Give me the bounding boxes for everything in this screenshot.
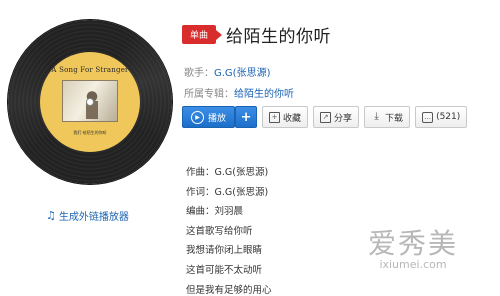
lyrics-line: 这首可能不太动听 <box>186 264 263 276</box>
single-badge: 单曲 <box>182 25 217 44</box>
album-label: 所属专辑： <box>184 89 234 100</box>
album-row: 所属专辑：给陌生的你听 <box>184 85 294 100</box>
comment-count: (521) <box>436 112 461 122</box>
share-button[interactable]: ↗ 分享 <box>313 106 360 128</box>
lyrics-block: 作曲：G.G(张思源) 作词：G.G(张思源) 编曲：刘羽晨 这首歌写给你听 我… <box>186 163 272 296</box>
comment-button[interactable]: … (521) <box>415 106 468 128</box>
singer-link[interactable]: G.G(张思源) <box>214 68 270 79</box>
singer-row: 歌手：G.G(张思源) <box>184 64 270 79</box>
external-player-label: 生成外链播放器 <box>58 212 129 223</box>
share-label: 分享 <box>334 113 353 124</box>
share-icon: ↗ <box>320 111 332 123</box>
music-note-icon: ♫ <box>46 209 56 222</box>
singer-label: 歌手： <box>184 68 214 79</box>
site-watermark: 爱秀美 ixiumei.com <box>368 222 458 271</box>
album-link[interactable]: 给陌生的你听 <box>234 89 294 100</box>
album-cover-vinyl: A Song For Stranger 我们 给陌生的你听 <box>8 20 172 184</box>
lyrics-line: 编曲：刘羽晨 <box>186 206 244 218</box>
lyrics-line: 这首歌写给你听 <box>186 225 253 237</box>
download-button[interactable]: ⤓ 下载 <box>364 106 411 128</box>
lyrics-line: 我想请你闭上眼睛 <box>186 245 263 257</box>
vinyl-label-small-text: 我们 给陌生的你听 <box>73 130 107 135</box>
watermark-en: ixiumei.com <box>379 258 447 271</box>
collect-icon: + <box>269 111 281 123</box>
comment-icon: … <box>422 111 434 123</box>
lyrics-line: 作词：G.G(张思源) <box>186 186 269 198</box>
title-row: 单曲 给陌生的你听 <box>182 22 331 47</box>
play-button[interactable]: ▶ 播放 <box>182 106 236 128</box>
lyrics-line: 作曲：G.G(张思源) <box>186 167 269 178</box>
action-bar: ▶ 播放 + + 收藏 ↗ 分享 ⤓ 下载 … (521) <box>182 106 468 128</box>
watermark-cn: 爱秀美 <box>368 227 459 260</box>
collect-button[interactable]: + 收藏 <box>262 106 309 128</box>
vinyl-label-title: A Song For Stranger <box>51 66 129 74</box>
play-label: 播放 <box>208 113 227 124</box>
vinyl-center-hole <box>86 98 94 106</box>
download-icon: ⤓ <box>374 110 379 122</box>
download-label: 下载 <box>385 113 404 124</box>
song-title: 给陌生的你听 <box>226 27 332 47</box>
external-player-link[interactable]: ♫ 生成外链播放器 <box>46 208 129 223</box>
lyrics-line: 但是我有足够的用心 <box>186 284 272 296</box>
collect-label: 收藏 <box>283 113 302 124</box>
play-icon: ▶ <box>191 110 204 124</box>
add-to-playlist-button[interactable]: + <box>235 106 258 128</box>
